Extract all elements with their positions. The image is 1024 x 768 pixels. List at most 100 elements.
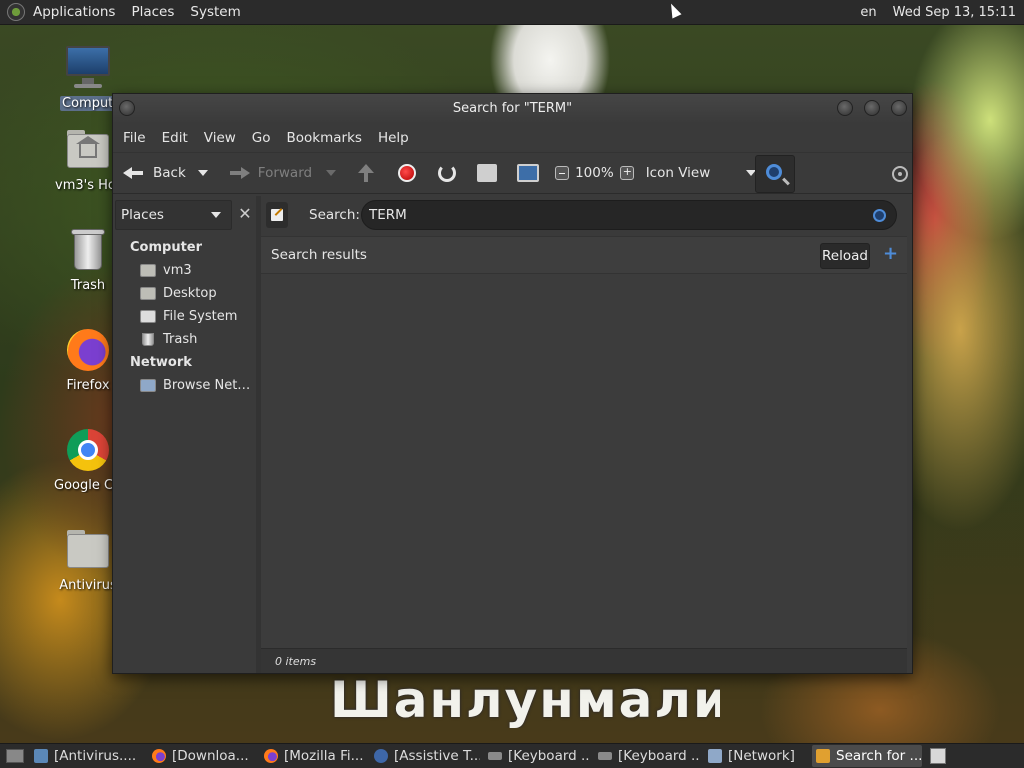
firefox-icon — [264, 749, 278, 763]
task-antivirus[interactable]: [Antivirus.... — [30, 745, 144, 767]
task-network[interactable]: [Network] — [704, 745, 808, 767]
main-pane: Search: Search results Reload + 0 items — [261, 196, 912, 673]
task-search-for[interactable]: Search for ... — [812, 745, 922, 767]
sidebar-item-desktop[interactable]: Desktop — [113, 282, 261, 305]
sidebar-item-file-system[interactable]: File System — [113, 305, 261, 328]
home-icon[interactable] — [477, 164, 498, 182]
window-title: Search for "TERM" — [452, 101, 573, 116]
top-panel-tray: en Wed Sep 13, 15:11 — [852, 0, 1024, 25]
add-criterion-icon[interactable]: + — [883, 245, 898, 263]
computer-icon[interactable] — [517, 164, 540, 182]
task-label: [Antivirus.... — [54, 748, 137, 764]
sidebar-item-trash[interactable]: Trash — [113, 328, 261, 351]
accessibility-icon — [374, 749, 388, 763]
clock[interactable]: Wed Sep 13, 15:11 — [885, 5, 1024, 20]
task-keyboard-2[interactable]: [Keyboard ... — [594, 745, 700, 767]
desktop-icon-label: Trash — [70, 278, 106, 293]
keyboard-icon — [598, 752, 612, 760]
places-menu[interactable]: Places — [123, 0, 182, 25]
keyboard-icon — [488, 752, 502, 760]
desktop-icon-label: Firefox — [66, 378, 110, 393]
sidebar-selector[interactable]: Places — [115, 200, 232, 230]
desktop-icon-label: Computer — [60, 96, 116, 111]
menu-view[interactable]: View — [196, 130, 244, 146]
task-label: [Keyboard ... — [618, 748, 700, 764]
trash-icon — [64, 226, 112, 274]
computer-icon — [64, 44, 112, 92]
task-assistive-technologies[interactable]: [Assistive T... — [370, 745, 480, 767]
sidebar-item-vm3[interactable]: vm3 — [113, 259, 261, 282]
folder-window-icon — [34, 749, 48, 763]
keyboard-layout-indicator[interactable]: en — [852, 5, 884, 20]
sidebar-item-label: Trash — [163, 332, 198, 347]
edit-query-button[interactable] — [266, 202, 288, 228]
folder-icon — [64, 526, 112, 574]
forward-button[interactable]: Forward — [218, 152, 312, 194]
up-icon[interactable] — [356, 163, 376, 183]
desktop-folder-icon — [140, 287, 156, 300]
reload-icon[interactable] — [438, 164, 457, 182]
menu-go[interactable]: Go — [244, 130, 279, 146]
task-label: [Downloa... — [172, 748, 249, 764]
window-menu-icon[interactable] — [119, 100, 135, 116]
menu-edit[interactable]: Edit — [154, 130, 196, 146]
chrome-icon — [64, 426, 112, 474]
top-menu: Applications Places System — [0, 0, 249, 25]
system-menu[interactable]: System — [182, 0, 248, 25]
zoom-out-icon[interactable] — [555, 166, 570, 180]
search-results-title: Search results — [271, 247, 367, 263]
item-count: 0 items — [275, 655, 317, 668]
search-bar: Search: — [261, 196, 907, 236]
menu-bookmarks[interactable]: Bookmarks — [279, 130, 370, 146]
task-keyboard-1[interactable]: [Keyboard ... — [484, 745, 590, 767]
back-button[interactable]: Back — [113, 152, 186, 194]
view-mode-selector[interactable]: Icon View — [646, 152, 711, 194]
network-icon — [140, 379, 156, 392]
maximize-icon[interactable] — [864, 100, 880, 116]
task-downloads[interactable]: [Downloa... — [148, 745, 256, 767]
search-input[interactable] — [361, 200, 897, 230]
back-history-dropdown[interactable] — [197, 170, 208, 176]
reload-button[interactable]: Reload — [820, 243, 870, 269]
zoom-in-icon[interactable] — [619, 165, 634, 180]
sidebar: Places ✕ Computer vm3 Desktop File Syste… — [113, 196, 261, 673]
menu-help[interactable]: Help — [370, 130, 417, 146]
task-mozilla-firefox[interactable]: [Mozilla Fi... — [260, 745, 366, 767]
search-toggle-button[interactable] — [755, 155, 795, 193]
firefox-icon — [64, 326, 112, 374]
zoom-level[interactable]: 100% — [575, 152, 614, 194]
minimize-icon[interactable] — [837, 100, 853, 116]
trash-icon — [142, 333, 154, 346]
sidebar-item-label: Desktop — [163, 286, 217, 301]
workspace-switcher[interactable] — [930, 748, 946, 764]
results-view[interactable] — [261, 274, 907, 648]
applications-menu[interactable]: Applications — [25, 0, 123, 25]
sidebar-item-label: vm3 — [163, 263, 192, 278]
forward-arrow-icon — [228, 164, 250, 182]
desktop-icon-label: Antivirus — [59, 578, 117, 593]
window-titlebar[interactable]: Search for "TERM" — [113, 94, 912, 124]
wallpaper-text: Шанлунмали — [330, 672, 720, 728]
distro-logo-icon[interactable] — [7, 3, 25, 21]
show-desktop-icon[interactable] — [6, 749, 24, 763]
sidebar-section-network: Network — [130, 355, 192, 370]
firefox-icon — [152, 749, 166, 763]
file-manager-window: Search for "TERM" File Edit View Go Book… — [112, 93, 913, 674]
taskbar: [Antivirus.... [Downloa... [Mozilla Fi..… — [0, 743, 1024, 768]
stop-icon[interactable] — [398, 164, 417, 182]
sidebar-item-browse-network[interactable]: Browse Net… — [113, 374, 261, 397]
network-icon — [708, 749, 722, 763]
sidebar-close-icon[interactable]: ✕ — [235, 204, 255, 224]
search-icon — [766, 164, 782, 180]
back-arrow-icon — [123, 164, 145, 182]
menu-file[interactable]: File — [115, 130, 154, 146]
edit-pencil-icon — [271, 209, 283, 221]
forward-history-dropdown[interactable] — [326, 170, 337, 176]
back-label: Back — [153, 165, 186, 181]
task-label: [Assistive T... — [394, 748, 480, 764]
home-folder-icon — [140, 264, 156, 277]
search-go-icon[interactable] — [873, 209, 886, 222]
search-folder-icon — [816, 749, 830, 763]
chevron-down-icon — [211, 212, 221, 218]
close-icon[interactable] — [891, 100, 907, 116]
